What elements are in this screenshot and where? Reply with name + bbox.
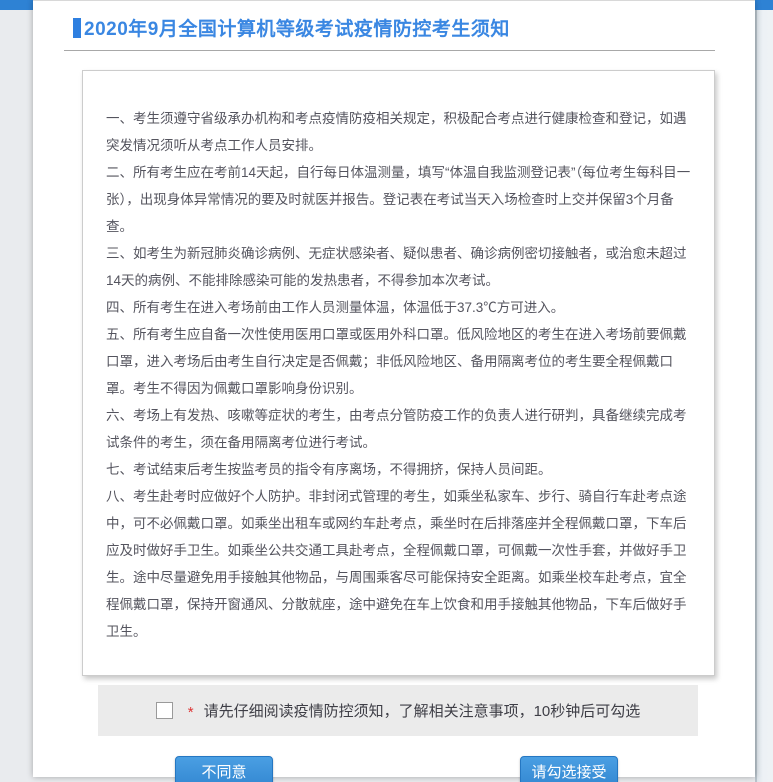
notice-paragraph-3: 三、如考生为新冠肺炎确诊病例、无症状感染者、疑似患者、确诊病例密切接触者，或治愈… xyxy=(106,240,692,294)
notice-paragraph-2: 二、所有考生应在考前14天起，自行每日体温测量，填写“体温自我监测登记表”（每位… xyxy=(106,159,692,240)
consent-label: 请先仔细阅读疫情防控须知，了解相关注意事项，10秒钟后可勾选 xyxy=(204,700,641,721)
disagree-button[interactable]: 不同意 xyxy=(175,756,273,782)
buttons-row: 不同意 请勾选接受 xyxy=(33,756,755,782)
notice-paragraph-5: 五、所有考生应自备一次性使用医用口罩或医用外科口罩。低风险地区的考生在进入考场前… xyxy=(106,321,692,402)
title-marker-icon xyxy=(73,18,81,38)
notice-paragraph-8: 八、考生赴考时应做好个人防护。非封闭式管理的考生，如乘坐私家车、步行、骑自行车赴… xyxy=(106,483,692,645)
title-section: 2020年9月全国计算机等级考试疫情防控考生须知 xyxy=(64,1,715,51)
scrollbar[interactable] xyxy=(755,10,773,782)
notice-paragraph-6: 六、考场上有发热、咳嗽等症状的考生，由考点分管防疫工作的负责人进行研判，具备继续… xyxy=(106,402,692,456)
consent-bar: * 请先仔细阅读疫情防控须知，了解相关注意事项，10秒钟后可勾选 xyxy=(98,685,698,736)
notice-paragraph-7: 七、考试结束后考生按监考员的指令有序离场，不得拥挤，保持人员间距。 xyxy=(106,456,692,483)
notice-paragraph-1: 一、考生须遵守省级承办机构和考点疫情防疫相关规定，积极配合考点进行健康检查和登记… xyxy=(106,105,692,159)
consent-checkbox[interactable] xyxy=(156,702,173,719)
accept-button[interactable]: 请勾选接受 xyxy=(520,756,618,782)
notice-box: 一、考生须遵守省级承办机构和考点疫情防疫相关规定，积极配合考点进行健康检查和登记… xyxy=(82,70,715,676)
required-asterisk: * xyxy=(188,704,194,721)
page-title: 2020年9月全国计算机等级考试疫情防控考生须知 xyxy=(84,14,510,41)
content-card: 2020年9月全国计算机等级考试疫情防控考生须知 一、考生须遵守省级承办机构和考… xyxy=(33,0,755,777)
notice-paragraph-4: 四、所有考生在进入考场前由工作人员测量体温，体温低于37.3℃方可进入。 xyxy=(106,294,692,321)
